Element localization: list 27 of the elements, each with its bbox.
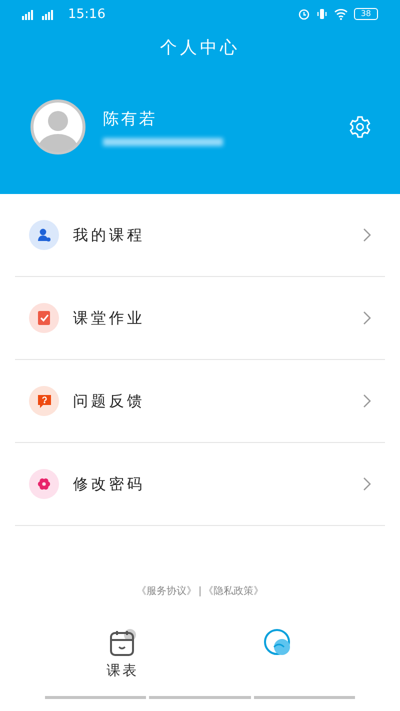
person-icon [37, 228, 51, 242]
battery-level: 38 [354, 8, 378, 20]
user-name: 陈有若 [103, 108, 158, 130]
menu-row[interactable]: 我的课程 [15, 194, 385, 277]
alarm-icon [298, 8, 310, 20]
chevron-right-icon [363, 477, 371, 491]
menu-row[interactable]: 课堂作业 [15, 277, 385, 360]
flower-icon [37, 477, 51, 491]
separator: | [198, 586, 202, 596]
checklist-icon [37, 310, 51, 326]
menu-row[interactable]: 修改密码 [15, 443, 385, 526]
nav-tab[interactable]: 课表 [45, 616, 200, 696]
wifi-icon [334, 8, 348, 20]
service-agreement-link[interactable]: 《服务协议》 [136, 584, 196, 598]
chevron-right-icon [363, 394, 371, 408]
vibrate-icon [316, 8, 328, 20]
chevron-right-icon [363, 228, 371, 242]
page-title: 个人中心 [159, 37, 241, 59]
settings-icon[interactable] [348, 115, 372, 139]
avatar-icon [30, 99, 86, 155]
privacy-policy-link[interactable]: 《隐私政策》 [204, 584, 264, 598]
profile-tab-icon [262, 628, 292, 658]
menu-row[interactable]: 问题反馈 [15, 360, 385, 443]
question-bubble-icon [36, 394, 52, 408]
chevron-right-icon [363, 311, 371, 325]
calendar-face-icon [108, 628, 138, 658]
status-time: 15:16 [68, 6, 106, 22]
